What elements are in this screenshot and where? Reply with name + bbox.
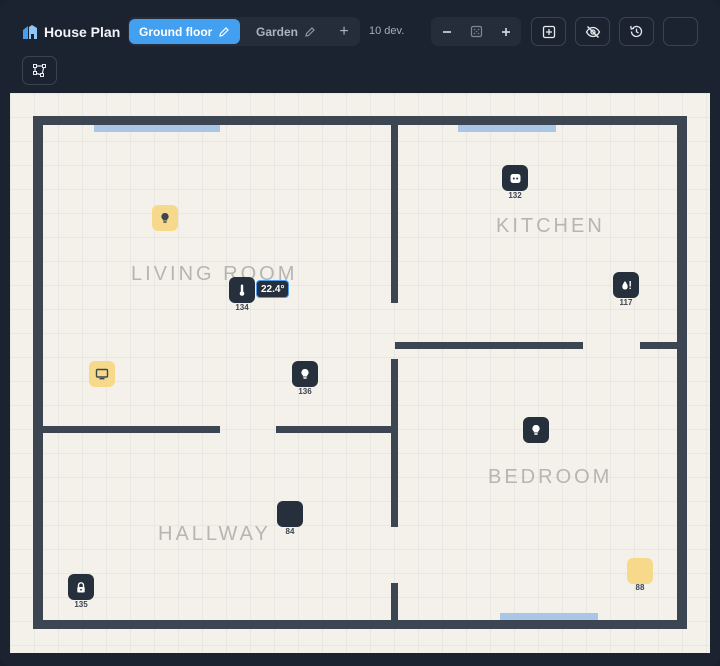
living-room-light-device[interactable]: [152, 205, 178, 231]
device-id-label: 136: [298, 387, 312, 396]
toggle-visibility-button[interactable]: [575, 17, 610, 46]
tab-label: Garden: [256, 24, 299, 39]
device-count: 10 dev.: [369, 25, 405, 37]
zoom-in-button[interactable]: [493, 19, 519, 44]
wall: [391, 125, 398, 303]
humidity-sensor-device[interactable]: [613, 272, 639, 298]
floor-plan-canvas[interactable]: LIVING ROOM KITCHEN BEDROOM HALLWAY 134 …: [10, 93, 710, 653]
lightbulb-icon: [301, 368, 309, 379]
window: [500, 613, 598, 620]
room-label-hallway: HALLWAY: [158, 523, 271, 545]
eye-off-icon: [585, 25, 600, 38]
tv-icon: [95, 368, 109, 380]
minus-icon: [443, 30, 451, 33]
power-outlet-icon: [510, 173, 520, 183]
temperature-reading: 22.4°: [256, 280, 290, 298]
bedroom-lamp-device[interactable]: [627, 558, 653, 584]
brand: House Plan: [22, 22, 120, 42]
zoom-fit-button[interactable]: [463, 19, 489, 44]
thermometer-device[interactable]: [229, 277, 255, 303]
room-label-bedroom: BEDROOM: [488, 466, 613, 488]
add-device-button[interactable]: [531, 17, 566, 46]
wall: [395, 342, 583, 349]
zoom-controls: [431, 17, 521, 46]
wall: [391, 359, 398, 527]
device-id-label: 134: [235, 303, 249, 312]
app-window: House Plan Ground floor Garden + 10 dev.: [0, 0, 720, 666]
bedroom-light-device[interactable]: [523, 417, 549, 443]
house-icon: [23, 25, 37, 39]
wall: [33, 116, 43, 629]
device-id-label: 88: [635, 583, 645, 592]
wall: [33, 620, 687, 629]
history-button[interactable]: [619, 17, 654, 46]
device-id-label: 117: [619, 298, 633, 307]
polygon-path-icon: [33, 64, 46, 77]
pencil-icon[interactable]: [305, 26, 315, 37]
app-title: House Plan: [44, 24, 121, 40]
door-lock-device[interactable]: [68, 574, 94, 600]
tab-garden[interactable]: Garden: [246, 19, 326, 44]
plus-icon: [502, 27, 510, 36]
pencil-icon[interactable]: [219, 26, 230, 37]
water-drop-alert-icon: [621, 280, 631, 289]
thermometer-icon: [239, 284, 245, 296]
kitchen-plug-device[interactable]: [502, 165, 528, 191]
device-id-label: 132: [508, 191, 522, 200]
add-box-icon: [542, 25, 555, 38]
window: [94, 125, 220, 132]
tv-device[interactable]: [89, 361, 115, 387]
fit-screen-icon: [470, 25, 482, 38]
device-id-label: 135: [74, 600, 88, 609]
hallway-device[interactable]: [277, 501, 303, 527]
floor-tabs: Ground floor Garden +: [128, 17, 360, 46]
device-id-label: 84: [285, 527, 295, 536]
room-label-kitchen: KITCHEN: [496, 215, 605, 237]
history-icon: [630, 25, 643, 38]
wall: [43, 426, 220, 433]
window: [458, 125, 556, 132]
wall: [677, 116, 687, 629]
wall: [391, 583, 398, 620]
tab-label: Ground floor: [139, 24, 213, 39]
lock-icon: [77, 581, 85, 592]
lightbulb-icon: [532, 424, 540, 435]
wall: [33, 116, 687, 125]
draw-wall-button[interactable]: [22, 56, 57, 85]
lightbulb-icon: [161, 212, 169, 223]
wall: [640, 342, 677, 349]
zoom-out-button[interactable]: [434, 19, 460, 44]
add-floor-button[interactable]: +: [331, 19, 357, 44]
wall: [276, 426, 394, 433]
tab-ground-floor[interactable]: Ground floor: [129, 19, 240, 44]
extra-tool-button[interactable]: [663, 17, 698, 46]
living-room-lamp-device[interactable]: [292, 361, 318, 387]
